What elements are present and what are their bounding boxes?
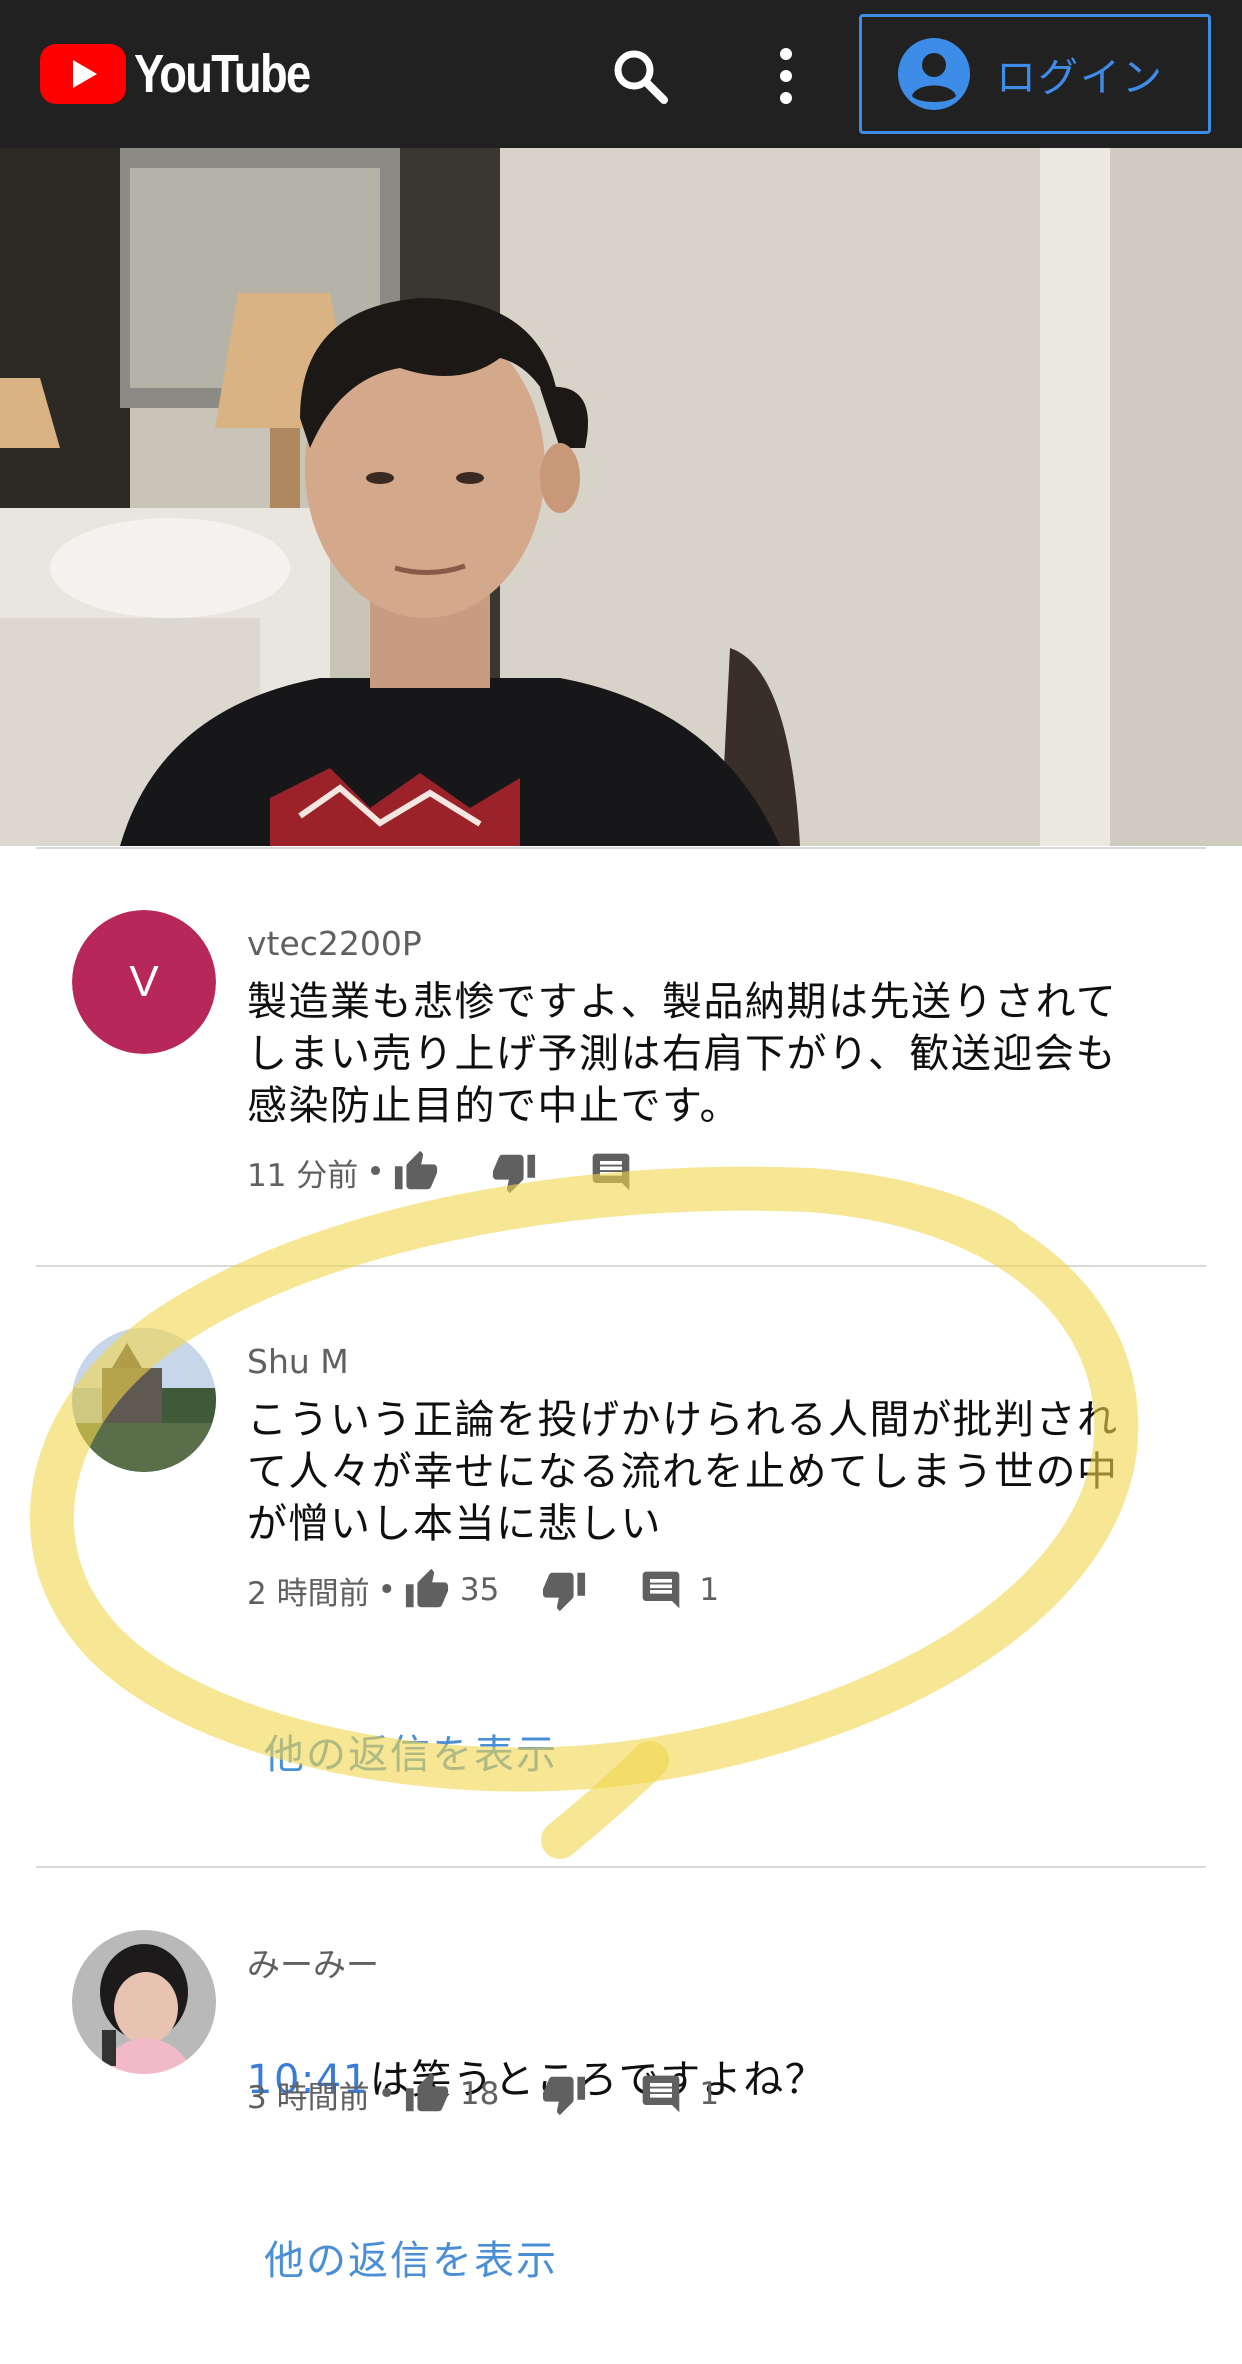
reply-count: 1 <box>699 2076 720 2112</box>
comment-actions: 2 時間前 • 35 1 <box>247 1566 719 1614</box>
reply-comment-icon[interactable] <box>639 2072 683 2116</box>
comment-author[interactable]: みーみー <box>247 1948 379 1981</box>
thumbs-up-icon[interactable] <box>404 1567 450 1613</box>
divider <box>36 1866 1206 1868</box>
avatar-letter: V <box>129 957 159 1006</box>
meta-separator: • <box>366 1154 385 1190</box>
avatar[interactable] <box>72 1328 216 1472</box>
top-app-bar: YouTube ログイン <box>0 0 1242 148</box>
login-button[interactable]: ログイン <box>859 14 1211 134</box>
account-circle-icon <box>898 38 970 110</box>
video-frame-image <box>0 148 1242 846</box>
thumbs-down-icon[interactable] <box>541 1567 587 1613</box>
comment-time: 3 時間前 <box>247 2079 370 2116</box>
divider <box>36 1265 1206 1267</box>
video-player[interactable] <box>0 148 1242 846</box>
search-icon[interactable] <box>610 46 670 106</box>
avatar-photo-icon <box>72 1328 216 1472</box>
youtube-logo-icon <box>40 44 126 104</box>
meta-separator: • <box>377 2076 396 2112</box>
more-vert-icon[interactable] <box>764 46 808 106</box>
thumbs-up-icon[interactable] <box>404 2071 450 2117</box>
reply-comment-icon[interactable] <box>639 1568 683 1612</box>
comment-author[interactable]: Shu M <box>247 1345 349 1378</box>
avatar-photo-icon <box>72 1930 216 2074</box>
thumbs-up-icon[interactable] <box>393 1149 439 1195</box>
like-count: 35 <box>459 1572 500 1608</box>
comment-time: 2 時間前 <box>247 1575 370 1612</box>
reply-count: 1 <box>699 1572 720 1608</box>
comment-text: こういう正論を投げかけられる人間が批判され て人々が幸せになる流れを止めてしまう… <box>247 1397 1119 1547</box>
youtube-logo[interactable]: YouTube <box>40 42 343 106</box>
comment-text: 製造業も悲惨ですよ、製品納期は先送りされて しまい売り上げ予測は右肩下がり、歓送… <box>247 979 1118 1129</box>
reply-comment-icon[interactable] <box>589 1150 633 1194</box>
thumbs-down-icon[interactable] <box>491 1149 537 1195</box>
comment-actions: 11 分前 • <box>247 1148 633 1196</box>
youtube-logo-text: YouTube <box>134 44 311 104</box>
meta-separator: • <box>377 1572 396 1608</box>
comment-actions: 3 時間前 • 18 1 <box>247 2070 719 2118</box>
show-replies-link[interactable]: 他の返信を表示 <box>264 2228 558 2286</box>
login-label: ログイン <box>996 55 1164 101</box>
comment-author[interactable]: vtec2200P <box>247 927 422 960</box>
avatar-letter-icon: V <box>72 910 216 1054</box>
comment-time: 11 分前 <box>247 1157 359 1194</box>
avatar[interactable] <box>72 1930 216 2074</box>
avatar[interactable]: V <box>72 910 216 1054</box>
show-replies-link[interactable]: 他の返信を表示 <box>264 1722 558 1780</box>
thumbs-down-icon[interactable] <box>541 2071 587 2117</box>
like-count: 18 <box>459 2076 500 2112</box>
divider <box>36 847 1206 849</box>
